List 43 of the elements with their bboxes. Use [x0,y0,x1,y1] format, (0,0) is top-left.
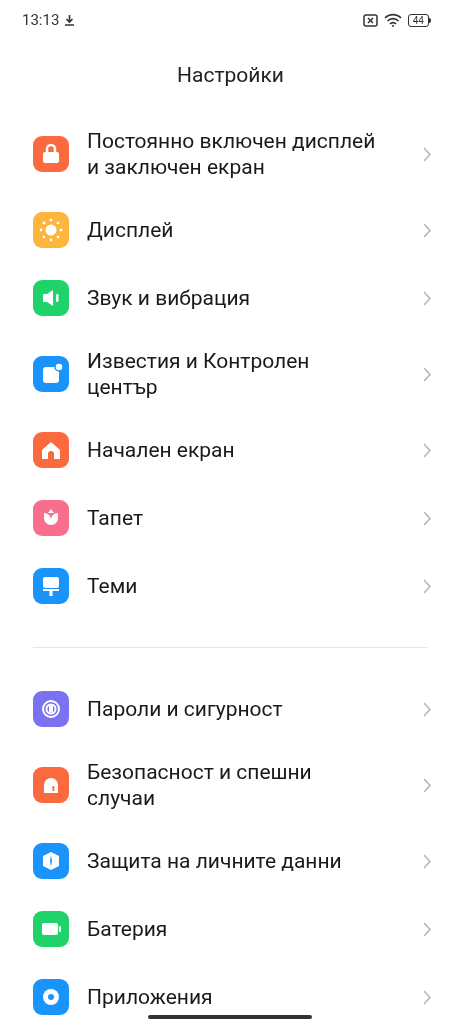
settings-item[interactable]: Теми [0,552,461,620]
settings-item[interactable]: Дисплей [0,196,461,264]
chevron-right-icon [423,578,431,594]
page-title: Настройки [177,62,284,90]
item-label: Безопасност и спешни случаи [87,759,313,811]
item-label: Пароли и сигурност [87,696,284,722]
chevron-right-icon [423,510,431,526]
item-label: Батерия [87,916,169,942]
chevron-right-icon [423,921,431,937]
settings-item[interactable]: Безопасност и спешни случаи [0,743,461,827]
item-label: Звук и вибрация [87,285,252,311]
no-sim-icon [362,13,378,27]
home-indicator[interactable] [148,1015,312,1019]
item-label: Дисплей [87,217,175,243]
item-label: Приложения [87,984,214,1010]
battery-indicator: 44 [407,13,431,27]
chevron-right-icon [423,366,431,382]
settings-item[interactable]: Тапет [0,484,461,552]
wifi-icon [383,13,402,27]
settings-item[interactable]: Приложения [0,963,461,1024]
settings-item[interactable]: Постоянно включен дисплей и заключен екран [0,112,461,196]
settings-item[interactable]: Известия и Контролен център [0,332,461,416]
item-label: Постоянно включен дисплей и заключен екран [87,128,377,180]
item-label: Теми [87,573,139,599]
settings-item[interactable]: Пароли и сигурност [0,675,461,743]
item-label: Тапет [87,505,145,531]
item-label: Защита на личните данни [87,848,343,874]
chevron-right-icon [423,290,431,306]
chevron-right-icon [423,442,431,458]
settings-item[interactable]: Звук и вибрация [0,264,461,332]
item-label: Известия и Контролен център [87,348,311,400]
chevron-right-icon [423,989,431,1005]
settings-item[interactable]: Батерия [0,895,461,963]
item-label: Начален екран [87,437,236,463]
chevron-right-icon [423,146,431,162]
settings-item[interactable]: Начален екран [0,416,461,484]
chevron-right-icon [423,853,431,869]
download-icon [64,14,76,26]
status-time: 13:13 [22,9,60,31]
chevron-right-icon [423,222,431,238]
settings-item[interactable]: Защита на личните данни [0,827,461,895]
chevron-right-icon [423,701,431,717]
chevron-right-icon [423,777,431,793]
